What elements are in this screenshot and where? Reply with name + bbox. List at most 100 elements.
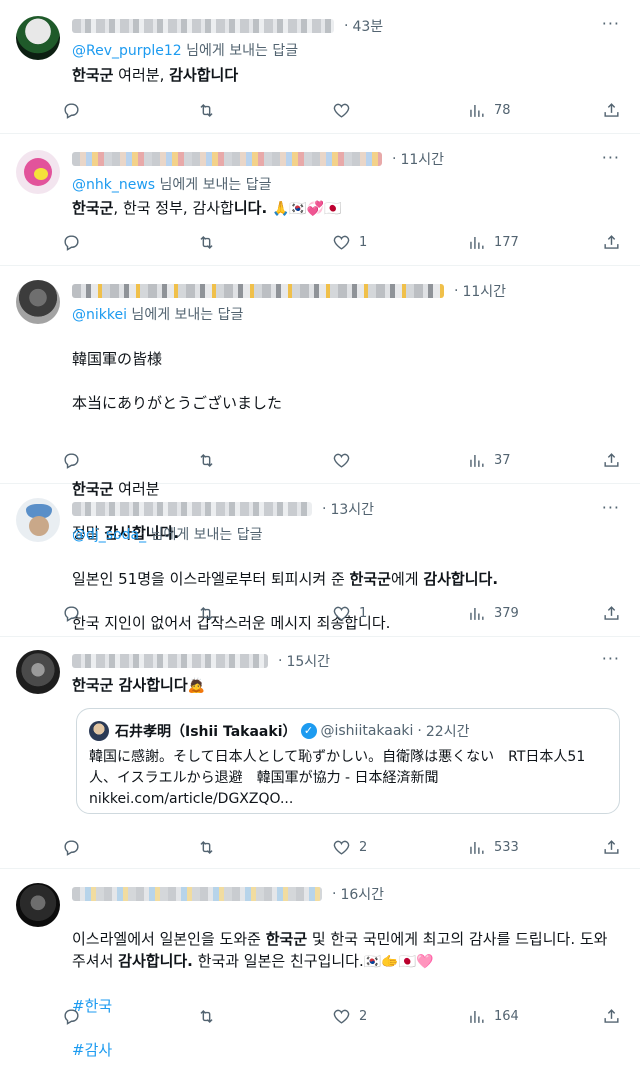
more-dots-icon[interactable]: ··· <box>602 649 620 668</box>
tweet-2[interactable]: · 11시간 ··· @nhk_news 님에게 보내는 답글 한국군, 한국 정… <box>0 134 640 266</box>
tweet-3[interactable]: · 11시간 @nikkei 님에게 보내는 답글 韓国軍の皆様 本当にありがとう… <box>0 266 640 542</box>
quote-author-name[interactable]: 石井孝明（Ishii Takaaki） <box>115 721 297 741</box>
share-button[interactable] <box>602 101 622 120</box>
views-button[interactable]: 78 <box>467 101 527 120</box>
views-button[interactable]: 37 <box>467 451 527 470</box>
retweet-button[interactable] <box>197 451 257 470</box>
quote-avatar[interactable] <box>89 721 109 741</box>
avatar[interactable] <box>16 150 60 194</box>
reply-to-link[interactable]: @nhk_news <box>72 177 155 193</box>
like-button[interactable]: 2 <box>332 1007 392 1026</box>
tweet-4[interactable]: · 13시간 ··· @dj_soda_ 님에게 보내는 답글 일본인 51명을 … <box>0 484 640 637</box>
share-button[interactable] <box>602 838 622 857</box>
reply-suffix: 님에게 보내는 답글 <box>126 307 244 323</box>
views-button[interactable]: 533 <box>467 838 527 857</box>
hashtag-link[interactable]: #감사 <box>72 1039 622 1061</box>
action-bar: 1 379 <box>62 602 622 624</box>
reply-button[interactable] <box>62 451 122 470</box>
more-dots-icon[interactable]: ··· <box>602 148 620 167</box>
tweet-time[interactable]: 15시간 <box>286 651 330 671</box>
reply-context: @Rev_purple12 님에게 보내는 답글 <box>72 40 298 60</box>
emoji-sequence: 🙏🇰🇷💞🇯🇵 <box>271 201 342 217</box>
reply-button[interactable] <box>62 101 122 120</box>
heart-icon <box>332 838 351 857</box>
like-count: 2 <box>359 1008 368 1024</box>
views-count: 533 <box>494 839 519 855</box>
reply-button[interactable] <box>62 604 122 623</box>
like-button[interactable]: 2 <box>332 838 392 857</box>
tweet-time[interactable]: 11시간 <box>462 281 506 301</box>
like-button[interactable] <box>332 101 392 120</box>
tweet-6[interactable]: · 16시간 이스라엘에서 일본인을 도와준 한국군 및 한국 국민에게 최고의 … <box>0 869 640 1059</box>
tweet-header: · 13시간 <box>72 499 374 519</box>
text-line: 일본인 51명을 이스라엘로부터 퇴피시켜 준 한국군에게 감사합니다. <box>72 568 622 590</box>
share-button[interactable] <box>602 451 622 470</box>
tweet-1[interactable]: · 43분 ··· @Rev_purple12 님에게 보내는 답글 한국군 여러… <box>0 0 640 134</box>
views-count: 78 <box>494 102 511 118</box>
reply-icon <box>62 1007 81 1026</box>
avatar[interactable] <box>16 883 60 927</box>
blurred-username <box>72 284 444 298</box>
tweet-text: 한국군 감사합니다🙇 <box>72 674 622 697</box>
blurred-username <box>72 887 322 901</box>
quoted-tweet[interactable]: 石井孝明（Ishii Takaaki） ✓ @ishiitakaaki · 22… <box>76 708 620 814</box>
avatar[interactable] <box>16 280 60 324</box>
retweet-button[interactable] <box>197 1007 257 1026</box>
avatar[interactable] <box>16 16 60 60</box>
avatar[interactable] <box>16 650 60 694</box>
share-button[interactable] <box>602 604 622 623</box>
views-chart-icon <box>467 604 486 623</box>
tweet-header: · 11시간 <box>72 281 506 301</box>
avatar[interactable] <box>16 498 60 542</box>
views-button[interactable]: 177 <box>467 233 527 252</box>
action-bar: 37 <box>62 449 622 471</box>
tweet-header: · 43분 <box>72 16 383 36</box>
reply-to-link[interactable]: @dj_soda_ <box>72 527 146 543</box>
retweet-button[interactable] <box>197 101 257 120</box>
views-button[interactable]: 379 <box>467 604 527 623</box>
tweet-time[interactable]: 11시간 <box>400 149 444 169</box>
reply-button[interactable] <box>62 1007 122 1026</box>
views-button[interactable]: 164 <box>467 1007 527 1026</box>
bold-text: 한국군 <box>72 199 114 217</box>
views-count: 177 <box>494 234 519 250</box>
tweet-time[interactable]: 43분 <box>352 16 383 36</box>
text-line: 韓国軍の皆様 <box>72 350 163 368</box>
reply-button[interactable] <box>62 838 122 857</box>
emoji-sequence: 🇰🇷🫱🇯🇵🩷 <box>363 954 434 970</box>
retweet-icon <box>197 451 216 470</box>
reply-button[interactable] <box>62 233 122 252</box>
like-button[interactable] <box>332 451 392 470</box>
quote-text: 韓国に感謝。そして日本人として恥ずかしい。自衛隊は悪くない RT日本人51人、イ… <box>89 747 605 810</box>
retweet-button[interactable] <box>197 233 257 252</box>
heart-icon <box>332 451 351 470</box>
like-button[interactable]: 1 <box>332 233 392 252</box>
bold-text: 감사합니다. <box>118 952 193 970</box>
share-button[interactable] <box>602 233 622 252</box>
reply-to-link[interactable]: @Rev_purple12 <box>72 43 182 59</box>
retweet-button[interactable] <box>197 838 257 857</box>
retweet-icon <box>197 233 216 252</box>
emoji: 🙇 <box>187 678 206 694</box>
retweet-icon <box>197 604 216 623</box>
views-chart-icon <box>467 233 486 252</box>
share-button[interactable] <box>602 1007 622 1026</box>
tweet-text: 이스라엘에서 일본인을 도와준 한국군 및 한국 국민에게 최고의 감사를 드립… <box>72 906 622 1083</box>
reply-to-link[interactable]: @nikkei <box>72 307 127 323</box>
reply-suffix: 님에게 보내는 답글 <box>146 527 263 543</box>
heart-icon <box>332 604 351 623</box>
more-dots-icon[interactable]: ··· <box>602 14 620 33</box>
plain-text: 한국과 일본은 친구입니다. <box>192 952 364 970</box>
bold-text: 니다. <box>233 199 268 217</box>
reply-context: @dj_soda_ 님에게 보내는 답글 <box>72 524 263 544</box>
tweet-time[interactable]: 16시간 <box>340 884 384 904</box>
like-button[interactable]: 1 <box>332 604 392 623</box>
retweet-button[interactable] <box>197 604 257 623</box>
quote-link[interactable]: nikkei.com/article/DGXZQO... <box>89 791 293 807</box>
reply-context: @nikkei 님에게 보내는 답글 <box>72 304 243 324</box>
tweet-5[interactable]: · 15시간 ··· 한국군 감사합니다🙇 石井孝明（Ishii Takaaki）… <box>0 637 640 869</box>
more-dots-icon[interactable]: ··· <box>602 498 620 517</box>
tweet-time[interactable]: 13시간 <box>330 499 374 519</box>
blurred-username <box>72 152 382 166</box>
reply-icon <box>62 451 81 470</box>
